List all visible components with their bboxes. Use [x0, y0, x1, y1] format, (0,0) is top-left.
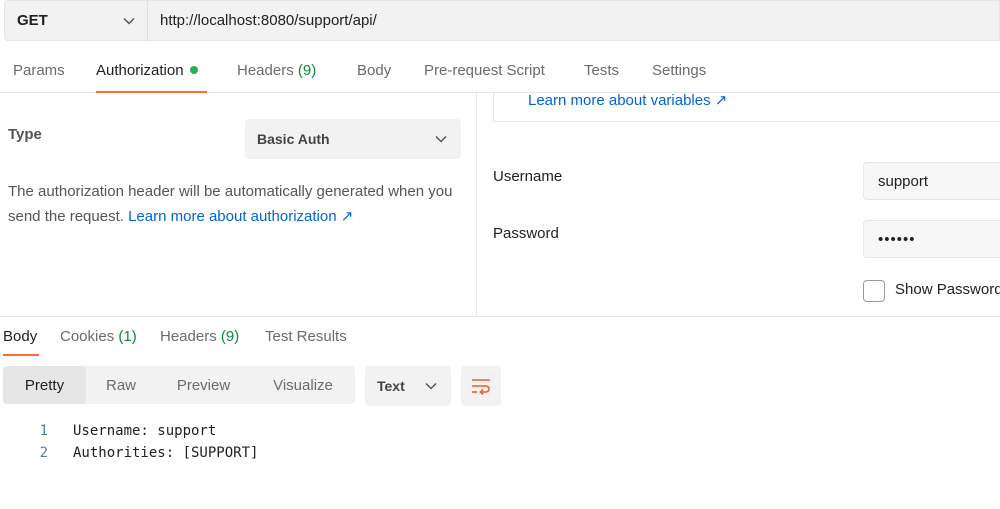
tab-label: Settings	[652, 62, 707, 79]
code-line: 1 Username: support	[0, 420, 1000, 442]
url-input[interactable]: http://localhost:8080/support/api/	[147, 0, 1000, 41]
tab-count: (9)	[220, 328, 240, 345]
tab-headers[interactable]: Headers (9)	[237, 62, 316, 79]
password-label: Password	[493, 225, 559, 242]
response-body-editor[interactable]: 1 Username: support 2 Authorities: [SUPP…	[0, 420, 1000, 464]
tab-label: Params	[13, 62, 65, 79]
line-number: 2	[39, 445, 48, 461]
tab-label: Headers	[237, 62, 294, 79]
username-label: Username	[493, 168, 563, 185]
tab-label: Body	[3, 328, 38, 345]
tab-label: Pre-request Script	[424, 62, 545, 79]
tab-pre-request-script[interactable]: Pre-request Script	[424, 62, 545, 79]
tab-label: Test Results	[265, 328, 347, 345]
username-value: support	[878, 172, 929, 190]
tab-label: Headers	[160, 328, 217, 345]
url-text: http://localhost:8080/support/api/	[160, 12, 377, 29]
tab-count: (1)	[118, 328, 137, 345]
active-response-tab-indicator	[3, 354, 39, 356]
learn-more-authorization-link[interactable]: Learn more about authorization ↗	[128, 208, 353, 225]
auth-fields-panel: Learn more about variables ↗ Username su…	[477, 91, 1000, 316]
tab-authorization[interactable]: Authorization	[96, 62, 198, 79]
response-tab-headers[interactable]: Headers (9)	[160, 328, 239, 345]
auth-type-panel: Type Basic Auth The authorization header…	[0, 93, 477, 316]
tab-tests[interactable]: Tests	[584, 62, 619, 79]
learn-more-variables-link[interactable]: Learn more about variables ↗	[528, 91, 727, 109]
response-tab-test-results[interactable]: Test Results	[265, 328, 347, 345]
chevron-down-icon	[123, 17, 135, 25]
request-tabs: Params Authorization Headers (9) Body Pr…	[0, 56, 1000, 93]
tab-label: Authorization	[96, 62, 184, 79]
view-mode-preview[interactable]: Preview	[156, 366, 251, 404]
method-label: GET	[17, 12, 48, 29]
password-field[interactable]: ••••••	[863, 220, 1000, 258]
auth-type-select[interactable]: Basic Auth	[245, 119, 461, 159]
tab-count: (9)	[297, 62, 317, 79]
username-field[interactable]: support	[863, 162, 1000, 200]
line-content: Authorities: [SUPPORT]	[73, 445, 259, 461]
type-label: Type	[8, 126, 42, 143]
tab-settings[interactable]: Settings	[652, 62, 706, 79]
tab-params[interactable]: Params	[13, 62, 65, 79]
code-line: 2 Authorities: [SUPPORT]	[0, 442, 1000, 464]
view-mode-visualize[interactable]: Visualize	[251, 366, 355, 404]
tab-label: Cookies	[60, 328, 115, 345]
view-mode-selector: Pretty Raw Preview Visualize	[3, 366, 355, 404]
method-select[interactable]: GET	[4, 0, 147, 41]
status-dot	[189, 66, 198, 75]
tab-body[interactable]: Body	[357, 62, 391, 79]
response-tab-body[interactable]: Body	[3, 328, 37, 345]
response-tab-cookies[interactable]: Cookies (1)	[60, 328, 137, 345]
format-value: Text	[377, 378, 405, 394]
view-mode-pretty[interactable]: Pretty	[3, 366, 86, 404]
url-bar: GET http://localhost:8080/support/api/	[4, 0, 1000, 41]
auth-type-value: Basic Auth	[257, 131, 330, 147]
wrap-lines-button[interactable]	[461, 366, 501, 406]
show-password-checkbox[interactable]	[863, 280, 885, 302]
password-value: ••••••	[878, 230, 916, 248]
response-tabs: Body Cookies (1) Headers (9) Test Result…	[0, 316, 1000, 356]
tab-label: Body	[357, 62, 392, 79]
chevron-down-icon	[435, 135, 447, 143]
wrap-lines-icon	[472, 379, 490, 395]
tab-label: Tests	[584, 62, 620, 79]
view-mode-raw[interactable]: Raw	[86, 366, 156, 404]
line-content: Username: support	[73, 423, 217, 439]
line-number: 1	[39, 423, 48, 439]
chevron-down-icon	[425, 382, 437, 390]
auth-description: The authorization header will be automat…	[8, 179, 468, 229]
variables-info-box: Learn more about variables ↗	[493, 91, 1000, 122]
format-select[interactable]: Text	[365, 366, 451, 406]
show-password-label: Show Password	[895, 281, 1000, 298]
